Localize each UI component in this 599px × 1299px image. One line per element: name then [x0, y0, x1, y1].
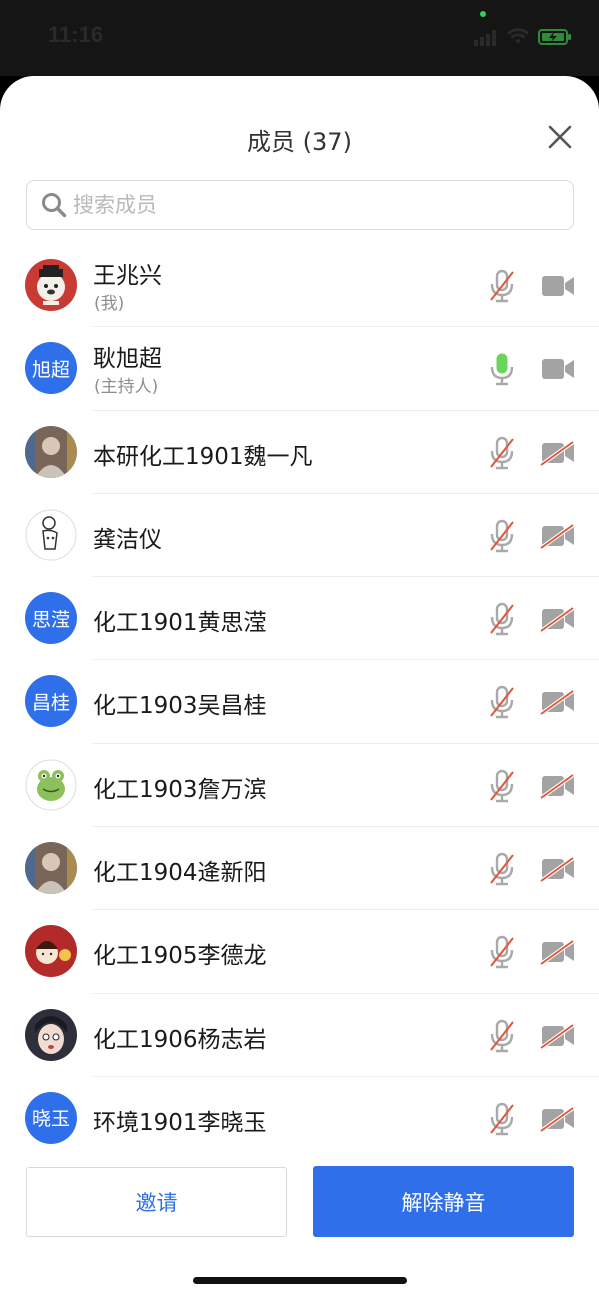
members-sheet: 成员 (37) 王兆兴 (我) 旭超耿旭超 (主持人) 本研化工1901魏一凡龚洁仪思滢… — [0, 76, 599, 1299]
video-camera-off-icon[interactable] — [539, 773, 576, 800]
frog-avatar-icon — [25, 758, 77, 811]
member-row[interactable]: 晓玉 环境1901李晓玉 — [0, 1077, 599, 1160]
battery-charging-icon — [538, 29, 571, 45]
video-camera-off-icon[interactable] — [539, 1106, 576, 1133]
status-bar: 11:16 — [0, 0, 599, 76]
member-name: 化工1906杨志岩 — [93, 1026, 267, 1053]
member-row[interactable]: 化工1906杨志岩 — [0, 994, 599, 1078]
microphone-muted-icon[interactable] — [487, 518, 517, 554]
member-name: 化工1901黄思滢 — [93, 610, 267, 637]
search-icon — [42, 193, 67, 218]
microphone-muted-icon[interactable] — [487, 684, 517, 720]
member-role: (我) — [94, 294, 125, 314]
member-list: 王兆兴 (我) 旭超 耿旭超 (主持人) 本研化工1901魏一凡 龚洁仪思滢 化工1901黄思… — [0, 244, 599, 1160]
member-name: 化工1903吴昌桂 — [93, 693, 267, 720]
microphone-muted-icon[interactable] — [487, 268, 517, 304]
invite-button[interactable]: 邀请 — [26, 1167, 287, 1237]
video-camera-off-icon[interactable] — [539, 439, 576, 467]
microphone-muted-icon[interactable] — [487, 768, 517, 804]
cartoon-face-avatar-icon — [25, 1008, 77, 1061]
member-row[interactable]: 昌桂 化工1903吴昌桂 — [0, 660, 599, 745]
home-indicator — [193, 1277, 407, 1284]
avatar-initials: 晓玉 — [25, 1091, 77, 1144]
unmute-button[interactable]: 解除静音 — [313, 1166, 574, 1237]
avatar-initials: 思滢 — [25, 592, 77, 645]
search-box[interactable] — [26, 180, 574, 230]
avatar-initials: 昌桂 — [25, 675, 77, 728]
microphone-muted-icon[interactable] — [487, 601, 517, 637]
member-row[interactable]: 化工1903詹万滨 — [0, 744, 599, 828]
wifi-icon — [507, 28, 529, 44]
video-camera-off-icon[interactable] — [539, 523, 576, 550]
microphone-muted-icon[interactable] — [487, 1101, 517, 1137]
video-camera-off-icon[interactable] — [539, 856, 576, 883]
close-icon[interactable] — [545, 122, 575, 152]
microphone-muted-icon[interactable] — [487, 851, 517, 887]
member-row[interactable]: 王兆兴 (我) — [0, 244, 599, 328]
video-camera-off-icon[interactable] — [539, 689, 576, 717]
microphone-icon[interactable] — [487, 351, 517, 387]
microphone-muted-icon[interactable] — [487, 435, 517, 471]
member-row[interactable]: 化工1904逄新阳 — [0, 827, 599, 911]
video-camera-icon[interactable] — [540, 273, 576, 299]
avatar-initials: 旭超 — [25, 342, 77, 395]
red-card-avatar-icon — [25, 925, 77, 978]
status-time: 11:16 — [48, 22, 104, 47]
page-title: 成员 (37) — [247, 128, 352, 156]
member-name: 化工1903詹万滨 — [93, 776, 267, 803]
camera-indicator-icon — [480, 11, 486, 17]
microphone-muted-icon[interactable] — [487, 1018, 517, 1054]
search-input[interactable] — [73, 181, 563, 228]
member-name: 本研化工1901魏一凡 — [93, 443, 313, 470]
cellular-signal-icon — [474, 30, 496, 46]
member-role: (主持人) — [94, 377, 159, 398]
video-camera-off-icon[interactable] — [539, 1023, 576, 1050]
video-camera-off-icon[interactable] — [539, 939, 576, 966]
member-name: 龚洁仪 — [93, 526, 162, 553]
member-name: 环境1901李晓玉 — [93, 1109, 267, 1136]
sketch-avatar-icon — [25, 508, 77, 561]
bulldog-avatar-icon — [25, 259, 77, 311]
photo-avatar-icon — [25, 425, 77, 478]
video-camera-off-icon[interactable] — [539, 606, 576, 633]
member-row[interactable]: 化工1905李德龙 — [0, 910, 599, 994]
member-row[interactable]: 思滢 化工1901黄思滢 — [0, 577, 599, 661]
member-row[interactable]: 龚洁仪 — [0, 494, 599, 578]
member-name: 耿旭超 — [93, 346, 162, 373]
member-name: 王兆兴 — [93, 263, 162, 289]
photo-avatar-icon — [25, 842, 77, 895]
member-row[interactable]: 旭超 耿旭超 (主持人) — [0, 327, 599, 411]
member-name: 化工1905李德龙 — [93, 943, 267, 970]
video-camera-icon[interactable] — [540, 356, 576, 382]
member-row[interactable]: 本研化工1901魏一凡 — [0, 411, 599, 495]
member-name: 化工1904逄新阳 — [93, 860, 267, 887]
microphone-muted-icon[interactable] — [487, 934, 517, 970]
